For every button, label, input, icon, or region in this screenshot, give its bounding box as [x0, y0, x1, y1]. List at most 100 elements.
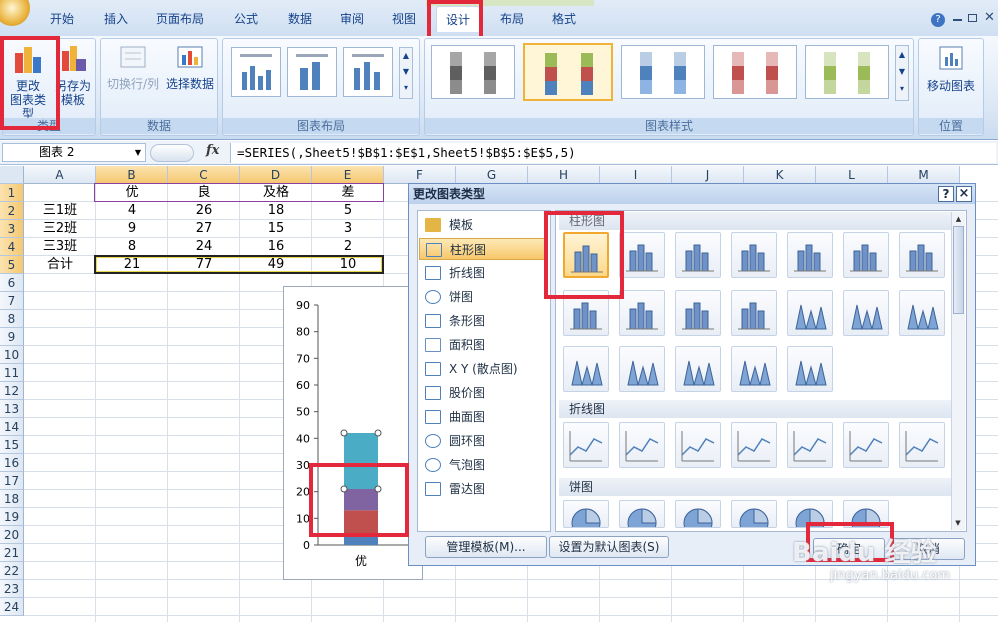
table-cell[interactable]: 5 [312, 202, 384, 220]
row-header[interactable]: 22 [0, 562, 24, 580]
row-header[interactable]: 15 [0, 436, 24, 454]
formula-input[interactable]: =SERIES(,Sheet5!$B$1:$E$1,Sheet5!$B$5:$E… [230, 143, 996, 163]
tab-chart-layout[interactable]: 布局 [490, 6, 534, 32]
table-cell[interactable]: 三2班 [24, 220, 96, 238]
row-header[interactable]: 7 [0, 292, 24, 310]
table-cell[interactable]: 三3班 [24, 238, 96, 256]
line-chart-type-icon[interactable] [899, 422, 945, 468]
line-chart-type-icon[interactable] [731, 422, 777, 468]
table-cell[interactable]: 8 [96, 238, 168, 256]
gallery-scrollbar[interactable]: ▲ ▼ [951, 212, 965, 530]
tab-insert[interactable]: 插入 [92, 6, 140, 32]
row-header[interactable]: 4 [0, 238, 24, 256]
table-cell[interactable]: 26 [168, 202, 240, 220]
cone-chart-type-icon[interactable] [843, 290, 889, 336]
manage-templates-button[interactable]: 管理模板(M)... [425, 536, 547, 558]
scroll-down-icon[interactable]: ▼ [952, 516, 964, 530]
style-thumb-blue[interactable] [621, 45, 705, 99]
dialog-close-button[interactable]: × [956, 186, 972, 202]
column-header[interactable]: M [888, 166, 960, 184]
tab-review[interactable]: 审阅 [328, 6, 376, 32]
column-chart-type-icon[interactable] [731, 290, 777, 336]
tab-data[interactable]: 数据 [276, 6, 324, 32]
column-chart-type-icon[interactable] [619, 232, 665, 278]
row-header[interactable]: 14 [0, 418, 24, 436]
select-all-corner[interactable] [0, 166, 24, 184]
category-item[interactable]: 曲面图 [419, 406, 545, 428]
move-chart-button[interactable]: 移动图表 [921, 43, 981, 103]
line-chart-type-icon[interactable] [843, 422, 889, 468]
category-item[interactable]: 饼图 [419, 286, 545, 308]
style-scroll[interactable]: ▲ ▼ ▾ [895, 45, 909, 101]
row-header[interactable]: 11 [0, 364, 24, 382]
column-chart-type-icon[interactable] [787, 232, 833, 278]
tab-view[interactable]: 视图 [380, 6, 428, 32]
column-chart-type-icon[interactable] [899, 232, 945, 278]
row-header[interactable]: 12 [0, 382, 24, 400]
column-chart-type-icon[interactable] [619, 290, 665, 336]
cone-chart-type-icon[interactable] [731, 346, 777, 392]
column-header[interactable]: K [744, 166, 816, 184]
column-header[interactable]: J [672, 166, 744, 184]
set-default-chart-button[interactable]: 设置为默认图表(S) [549, 536, 669, 558]
column-header[interactable]: E [312, 166, 384, 184]
table-cell[interactable]: 18 [240, 202, 312, 220]
table-cell[interactable]: 3 [312, 220, 384, 238]
table-cell[interactable]: 三1班 [24, 202, 96, 220]
column-header[interactable]: G [456, 166, 528, 184]
layout-thumb-1[interactable] [231, 47, 281, 97]
pie-chart-type-icon[interactable] [619, 500, 665, 528]
style-thumb-multicolor[interactable] [523, 43, 613, 101]
tab-formulas[interactable]: 公式 [222, 6, 270, 32]
column-header[interactable]: C [168, 166, 240, 184]
table-cell[interactable]: 15 [240, 220, 312, 238]
row-header[interactable]: 16 [0, 454, 24, 472]
column-header[interactable]: H [528, 166, 600, 184]
minimize-icon[interactable] [953, 19, 962, 21]
row-header[interactable]: 20 [0, 526, 24, 544]
category-item[interactable]: 圆环图 [419, 430, 545, 452]
style-thumb-gray[interactable] [431, 45, 515, 99]
row-header[interactable]: 8 [0, 310, 24, 328]
layout-scroll[interactable]: ▲ ▼ ▾ [399, 47, 413, 99]
layout-thumb-3[interactable] [343, 47, 393, 97]
row-header[interactable]: 2 [0, 202, 24, 220]
column-chart-type-icon[interactable] [675, 290, 721, 336]
office-button[interactable] [0, 0, 30, 26]
row-header[interactable]: 19 [0, 508, 24, 526]
select-data-button[interactable]: 选择数据 [163, 43, 217, 103]
column-chart-type-icon[interactable] [731, 232, 777, 278]
layout-thumb-2[interactable] [287, 47, 337, 97]
row-header[interactable]: 13 [0, 400, 24, 418]
cone-chart-type-icon[interactable] [787, 290, 833, 336]
row-header[interactable]: 18 [0, 490, 24, 508]
scroll-thumb[interactable] [953, 226, 964, 314]
pie-chart-type-icon[interactable] [731, 500, 777, 528]
chevron-down-icon[interactable]: ▼ [135, 144, 141, 161]
row-header[interactable]: 23 [0, 580, 24, 598]
scroll-up-icon[interactable]: ▲ [952, 212, 965, 226]
column-chart-type-icon[interactable] [843, 232, 889, 278]
table-cell[interactable]: 合计 [24, 256, 96, 274]
category-item[interactable]: 条形图 [419, 310, 545, 332]
category-item[interactable]: 面积图 [419, 334, 545, 356]
line-chart-type-icon[interactable] [619, 422, 665, 468]
table-cell[interactable]: 27 [168, 220, 240, 238]
line-chart-type-icon[interactable] [675, 422, 721, 468]
column-header[interactable]: L [816, 166, 888, 184]
row-header[interactable]: 1 [0, 184, 24, 202]
row-header[interactable]: 3 [0, 220, 24, 238]
cone-chart-type-icon[interactable] [675, 346, 721, 392]
cone-chart-type-icon[interactable] [899, 290, 945, 336]
cone-chart-type-icon[interactable] [619, 346, 665, 392]
row-header[interactable]: 6 [0, 274, 24, 292]
column-header[interactable]: D [240, 166, 312, 184]
table-cell[interactable]: 2 [312, 238, 384, 256]
close-window-icon[interactable]: ✕ [984, 10, 995, 25]
switch-row-column-button[interactable]: 切换行/列 [103, 43, 163, 103]
pie-chart-type-icon[interactable] [675, 500, 721, 528]
dialog-help-button[interactable]: ? [938, 186, 954, 202]
table-cell[interactable]: 16 [240, 238, 312, 256]
column-header[interactable]: B [96, 166, 168, 184]
selection-handle[interactable] [340, 429, 348, 437]
